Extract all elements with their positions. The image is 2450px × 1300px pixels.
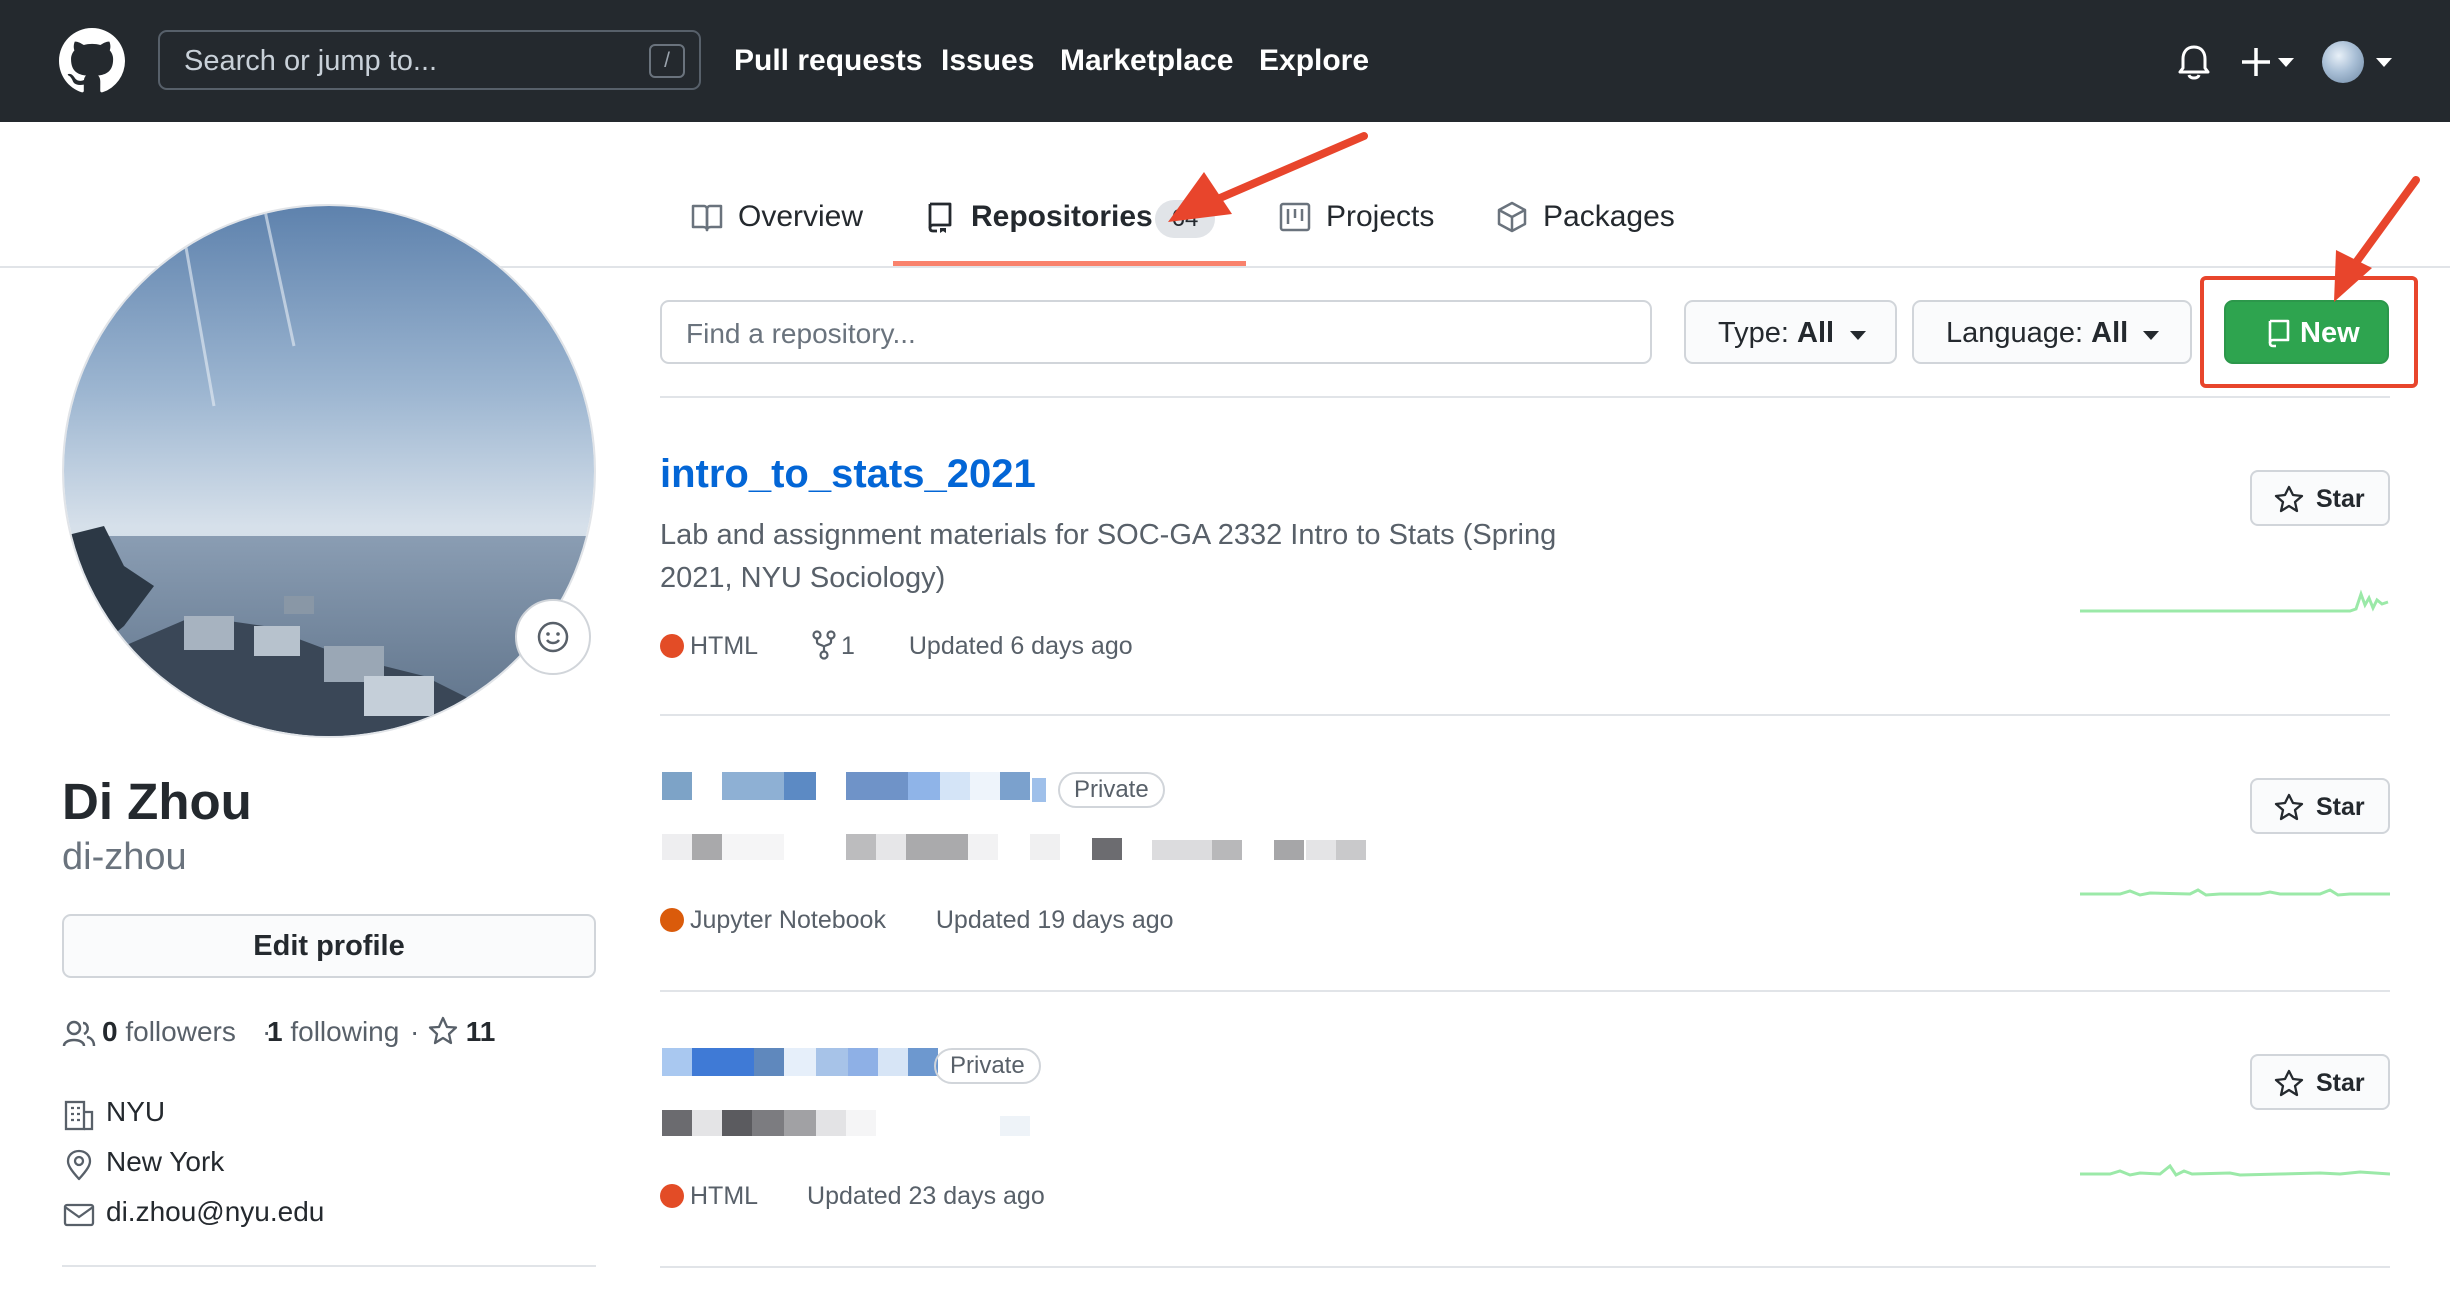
followers-count: 0 <box>102 1016 118 1047</box>
repository-updated: Updated 19 days ago <box>935 906 1174 934</box>
bell-icon[interactable] <box>2175 42 2213 82</box>
star-icon <box>2274 485 2304 513</box>
private-badge: Private <box>1058 772 1165 808</box>
global-header: Search or jump to... / Pull requests Iss… <box>0 0 2450 122</box>
stars-count: 11 <box>465 1016 496 1047</box>
repository-list-item: Private Jupyter Notebook Updated 19 days… <box>660 716 2390 992</box>
book-icon <box>691 204 723 232</box>
followers-label: followers <box>125 1016 236 1047</box>
star-button[interactable]: Star <box>2250 1054 2390 1110</box>
repository-list-item: intro_to_stats_2021 Lab and assignment m… <box>660 398 2390 716</box>
location-pin-icon <box>66 1149 92 1181</box>
repository-count-badge: 64 <box>1155 200 1215 238</box>
repository-name-link[interactable]: intro_to_stats_2021 <box>660 452 1036 497</box>
profile-name: Di Zhou <box>62 773 252 830</box>
search-shortcut-key: / <box>649 44 685 78</box>
repo-icon <box>928 202 952 233</box>
star-label: Star <box>2316 485 2365 513</box>
repository-language: HTML <box>690 1182 758 1210</box>
profile-username: di-zhou <box>62 836 187 878</box>
language-filter-label: Language: <box>1946 317 2092 349</box>
organization-icon <box>64 1100 94 1131</box>
type-filter-dropdown[interactable]: Type: All <box>1684 300 1897 364</box>
repository-language: Jupyter Notebook <box>690 906 886 934</box>
tab-overview-label: Overview <box>738 200 864 233</box>
tab-packages-label: Packages <box>1543 200 1675 233</box>
github-logo-icon[interactable] <box>59 28 125 94</box>
repository-meta: HTML 1 Updated 6 days ago <box>660 630 1133 664</box>
create-new-dropdown-icon[interactable] <box>2238 44 2298 80</box>
edit-profile-button[interactable]: Edit profile <box>62 914 596 978</box>
star-button[interactable]: Star <box>2250 778 2390 834</box>
stars-link[interactable]: 11 <box>428 1016 495 1048</box>
chevron-down-icon <box>1850 331 1866 340</box>
nav-explore[interactable]: Explore <box>1259 44 1369 78</box>
tab-projects-label: Projects <box>1326 200 1435 233</box>
type-filter-value: All <box>1797 317 1835 349</box>
nav-pull-requests[interactable]: Pull requests <box>734 44 922 78</box>
separator-dot: · <box>410 1016 420 1047</box>
star-icon <box>428 1016 458 1045</box>
repository-updated: Updated 23 days ago <box>807 1182 1045 1210</box>
nav-marketplace[interactable]: Marketplace <box>1060 44 1233 78</box>
activity-sparkline <box>2080 589 2389 613</box>
repository-language: HTML <box>690 632 758 660</box>
activity-sparkline <box>2080 1163 2390 1177</box>
find-repository-placeholder: Find a repository... <box>686 318 916 349</box>
nav-issues[interactable]: Issues <box>941 44 1034 78</box>
search-placeholder: Search or jump to... <box>184 45 438 77</box>
repository-meta: HTML Updated 23 days ago <box>660 1182 1045 1216</box>
star-icon <box>2274 793 2304 821</box>
people-icon <box>62 1020 96 1047</box>
following-label: following <box>290 1016 400 1047</box>
star-icon <box>2274 1069 2304 1097</box>
repository-divider <box>660 1266 2390 1268</box>
smiley-icon <box>537 621 569 653</box>
project-icon <box>1279 202 1311 232</box>
repository-meta: Jupyter Notebook Updated 19 days ago <box>660 906 1174 940</box>
language-filter-value: All <box>2091 317 2129 349</box>
language-color-dot <box>660 1184 684 1208</box>
followers-link[interactable]: 0 followers <box>102 1016 236 1048</box>
fork-icon <box>812 630 836 660</box>
email-link[interactable]: di.zhou@nyu.edu <box>106 1196 324 1228</box>
tab-repositories-label: Repositories <box>971 200 1153 233</box>
search-input[interactable]: Search or jump to... / <box>158 30 701 90</box>
find-repository-input[interactable]: Find a repository... <box>660 300 1652 364</box>
forks-link[interactable]: 1 <box>811 630 862 660</box>
forks-count: 1 <box>841 632 855 660</box>
annotation-highlight-box <box>2200 276 2418 388</box>
type-filter-label: Type: <box>1718 317 1797 349</box>
activity-sparkline <box>2080 888 2390 897</box>
repository-updated: Updated 6 days ago <box>908 632 1133 660</box>
mail-icon <box>63 1203 95 1227</box>
star-label: Star <box>2316 1069 2365 1097</box>
star-label: Star <box>2316 793 2365 821</box>
package-icon <box>1497 201 1527 233</box>
repository-description: Lab and assignment materials for SOC-GA … <box>660 519 1557 594</box>
language-filter-dropdown[interactable]: Language: All <box>1912 300 2192 364</box>
repository-list-item: Private HTML Updated 23 days ago Star <box>660 992 2390 1268</box>
following-link[interactable]: 1 following <box>267 1016 399 1048</box>
chevron-down-icon[interactable] <box>2376 58 2392 67</box>
language-color-dot <box>660 634 684 658</box>
location-text: New York <box>106 1146 225 1177</box>
private-badge: Private <box>934 1048 1041 1084</box>
star-button[interactable]: Star <box>2250 470 2390 526</box>
sidebar-divider <box>62 1265 596 1267</box>
following-count: 1 <box>267 1016 283 1047</box>
chevron-down-icon <box>2143 331 2159 340</box>
profile-avatar[interactable] <box>62 204 596 738</box>
user-avatar-menu[interactable] <box>2322 41 2364 83</box>
set-status-button[interactable] <box>515 599 591 675</box>
language-color-dot <box>660 908 684 932</box>
organization-text: NYU <box>106 1096 166 1127</box>
